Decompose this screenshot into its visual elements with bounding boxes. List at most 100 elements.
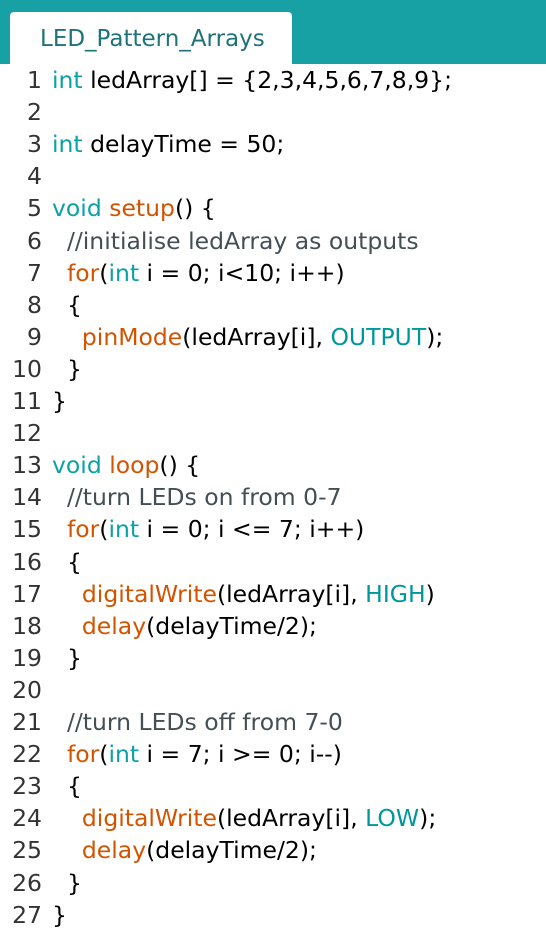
- line-number: 20: [12, 675, 42, 704]
- line-number: 3: [27, 130, 42, 159]
- line-number: 11: [12, 387, 42, 415]
- code-line[interactable]: 5 void setup() {: [0, 192, 546, 224]
- code-token: i = 0; i <= 7; i++): [139, 515, 365, 544]
- code-line[interactable]: 27}: [0, 899, 546, 928]
- code-line[interactable]: 2: [0, 96, 546, 128]
- line-number: 7: [27, 258, 42, 287]
- code-token: {: [52, 290, 82, 319]
- line-number: 1: [27, 66, 42, 94]
- code-token: //turn LEDs off from 7-0: [52, 708, 343, 736]
- code-line[interactable]: 14 //turn LEDs on from 0-7: [0, 481, 546, 513]
- code-line[interactable]: 19 }: [0, 642, 546, 674]
- code-token: digitalWrite: [81, 804, 217, 833]
- code-line[interactable]: 17 digitalWrite(ledArray[i], HIGH): [0, 578, 546, 610]
- code-token: setup: [109, 194, 175, 223]
- line-number: 24: [12, 804, 42, 833]
- code-token: pinMode: [81, 322, 183, 351]
- code-line[interactable]: 4: [0, 160, 546, 192]
- code-token: () {: [159, 451, 201, 480]
- code-token: {: [52, 772, 82, 801]
- code-line[interactable]: 7 for(int i = 0; i<10; i++): [0, 257, 546, 289]
- line-number: 14: [12, 483, 42, 512]
- code-token: }: [52, 387, 67, 415]
- line-number: 17: [12, 579, 42, 608]
- line-number: 12: [12, 419, 42, 448]
- code-token: (delayTime/2);: [146, 611, 317, 640]
- code-line[interactable]: 12: [0, 417, 546, 449]
- code-token: OUTPUT: [330, 322, 427, 351]
- code-token: void: [52, 194, 102, 223]
- code-token: }: [52, 868, 82, 897]
- code-token: }: [52, 900, 67, 928]
- tab-title: LED_Pattern_Arrays: [40, 26, 265, 52]
- code-token: (ledArray[i],: [216, 579, 366, 608]
- code-token: for: [66, 515, 100, 544]
- code-line[interactable]: 15 for(int i = 0; i <= 7; i++): [0, 513, 546, 545]
- code-token: }: [52, 643, 82, 672]
- code-line[interactable]: 8 {: [0, 289, 546, 321]
- code-line[interactable]: 1 int ledArray[] = {2,3,4,5,6,7,8,9};: [0, 64, 546, 96]
- line-number: 4: [27, 162, 42, 191]
- code-token: (delayTime/2);: [146, 836, 317, 865]
- code-token: HIGH: [365, 579, 426, 608]
- code-token: ledArray[] = {2,3,4,5,6,7,8,9};: [82, 66, 452, 94]
- code-line[interactable]: 9 pinMode(ledArray[i], OUTPUT);: [0, 321, 546, 353]
- line-number: 8: [27, 290, 42, 319]
- code-token: //initialise ledArray as outputs: [52, 226, 419, 255]
- code-line[interactable]: 18 delay(delayTime/2);: [0, 610, 546, 642]
- code-editor[interactable]: 1 int ledArray[] = {2,3,4,5,6,7,8,9}; 2 3 in…: [0, 64, 546, 928]
- code-line[interactable]: 16 {: [0, 546, 546, 578]
- code-token: (ledArray[i],: [182, 322, 331, 351]
- code-line[interactable]: 21 //turn LEDs off from 7-0: [0, 706, 546, 738]
- code-line[interactable]: 3 int delayTime = 50;: [0, 128, 546, 160]
- code-token: LOW: [365, 804, 420, 833]
- code-token: int: [52, 66, 83, 94]
- tab-sketch[interactable]: LED_Pattern_Arrays: [10, 12, 292, 64]
- line-number: 27: [12, 900, 42, 928]
- line-number: 9: [27, 322, 42, 351]
- code-token: delay: [81, 836, 147, 865]
- code-token: //turn LEDs on from 0-7: [52, 483, 342, 512]
- code-token: int: [52, 130, 83, 159]
- line-number: 13: [12, 451, 42, 480]
- code-line[interactable]: 11}: [0, 385, 546, 417]
- code-token: i = 0; i<10; i++): [139, 258, 345, 287]
- line-number: 10: [12, 354, 42, 383]
- code-token: ): [425, 579, 435, 608]
- code-token: delayTime = 50;: [82, 130, 285, 159]
- code-token: for: [66, 740, 100, 769]
- code-line[interactable]: 24 digitalWrite(ledArray[i], LOW);: [0, 802, 546, 834]
- line-number: 5: [27, 194, 42, 223]
- line-number: 18: [12, 611, 42, 640]
- code-token: () {: [174, 194, 216, 223]
- code-line[interactable]: 22 for(int i = 7; i >= 0; i--): [0, 738, 546, 770]
- line-number: 19: [12, 643, 42, 672]
- line-number: 21: [12, 708, 42, 736]
- code-token: digitalWrite: [81, 579, 217, 608]
- code-token: }: [52, 354, 82, 383]
- code-token: );: [419, 804, 437, 833]
- code-token: for: [66, 258, 100, 287]
- code-line[interactable]: 26 }: [0, 867, 546, 899]
- code-line[interactable]: 25 delay(delayTime/2);: [0, 834, 546, 866]
- code-line[interactable]: 10 }: [0, 353, 546, 385]
- code-line[interactable]: 13 void loop() {: [0, 449, 546, 481]
- code-token: {: [52, 547, 82, 576]
- line-number: 22: [12, 740, 42, 769]
- code-token: );: [426, 322, 444, 351]
- code-token: int: [108, 740, 140, 769]
- code-token: i = 7; i >= 0; i--): [139, 740, 342, 769]
- code-token: loop: [109, 451, 160, 480]
- code-line[interactable]: 20: [0, 674, 546, 706]
- code-line[interactable]: 6 //initialise ledArray as outputs: [0, 225, 546, 257]
- ide-window: LED_Pattern_Arrays 1 int ledArray[] = {2,…: [0, 0, 546, 928]
- code-token: (ledArray[i],: [216, 804, 366, 833]
- code-line[interactable]: 23 {: [0, 770, 546, 802]
